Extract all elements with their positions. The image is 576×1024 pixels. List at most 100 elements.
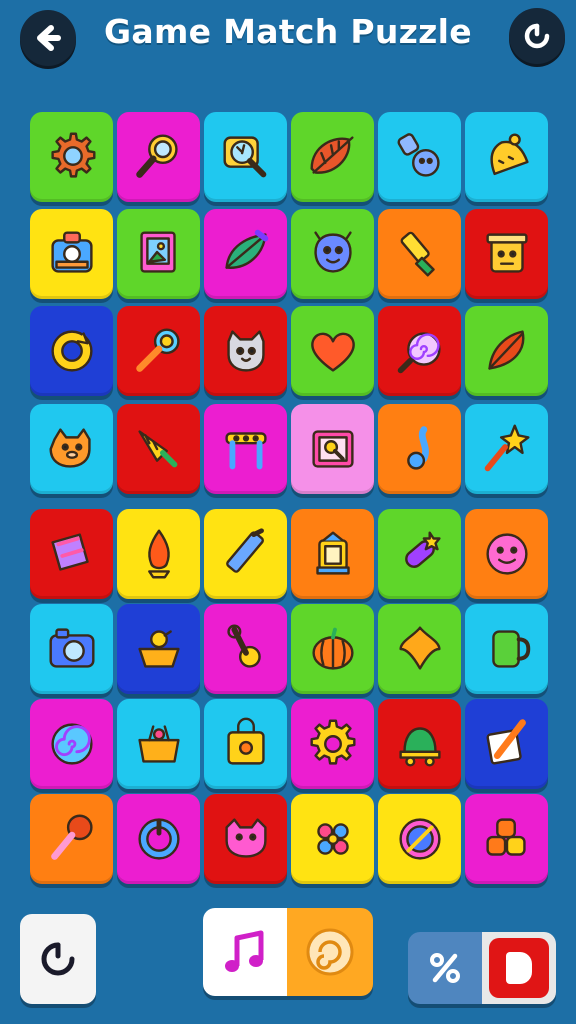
pickle-icon bbox=[404, 531, 441, 568]
tile[interactable] bbox=[204, 209, 287, 299]
bell-icon bbox=[489, 133, 529, 176]
face-badge-icon bbox=[485, 533, 528, 575]
pencil-paper-icon bbox=[486, 719, 526, 765]
spiral-candy-icon bbox=[397, 332, 441, 374]
tile[interactable] bbox=[30, 209, 113, 299]
tile[interactable] bbox=[30, 306, 113, 396]
refresh-ring-icon bbox=[50, 330, 93, 372]
tile[interactable] bbox=[117, 404, 200, 494]
tile[interactable] bbox=[378, 112, 461, 202]
cog-icon bbox=[309, 719, 356, 765]
tile[interactable] bbox=[204, 404, 287, 494]
tile[interactable] bbox=[30, 794, 113, 884]
crayon-icon bbox=[225, 528, 264, 573]
leaf-icon bbox=[309, 136, 354, 174]
tile[interactable] bbox=[204, 112, 287, 202]
power-ring-icon bbox=[137, 818, 180, 860]
tile[interactable] bbox=[378, 604, 461, 694]
tile[interactable] bbox=[117, 699, 200, 789]
tile[interactable] bbox=[117, 209, 200, 299]
critter-icon bbox=[397, 133, 440, 177]
bear-icon bbox=[48, 428, 91, 468]
restart-button[interactable] bbox=[20, 914, 96, 1004]
tile[interactable] bbox=[30, 604, 113, 694]
cat-icon bbox=[226, 330, 265, 372]
stool-icon bbox=[224, 432, 267, 470]
frame-magnifier-icon bbox=[311, 430, 354, 468]
stop-button[interactable] bbox=[482, 932, 556, 1004]
music-note-icon bbox=[406, 426, 429, 470]
restart-icon bbox=[41, 942, 75, 976]
party-horn-icon bbox=[137, 430, 177, 468]
camera-icon bbox=[48, 628, 95, 668]
picture-frame-icon bbox=[139, 231, 176, 273]
flame-icon bbox=[147, 529, 170, 579]
basket-bird-icon bbox=[137, 630, 180, 668]
gear-icon bbox=[50, 132, 95, 178]
maraca-icon bbox=[50, 814, 93, 860]
tile[interactable] bbox=[204, 699, 287, 789]
pepper-leaf-icon bbox=[487, 330, 524, 370]
search-map-icon bbox=[222, 136, 266, 178]
tile[interactable] bbox=[465, 112, 548, 202]
heart-icon bbox=[310, 332, 355, 372]
tile[interactable] bbox=[291, 699, 374, 789]
tile[interactable] bbox=[378, 794, 461, 884]
feather-leaf-icon bbox=[224, 229, 268, 269]
pumpkin-icon bbox=[311, 627, 354, 670]
compass-icon bbox=[398, 818, 441, 860]
tile[interactable] bbox=[291, 404, 374, 494]
tile[interactable] bbox=[30, 404, 113, 494]
tile[interactable] bbox=[465, 404, 548, 494]
stop-icon bbox=[489, 938, 549, 998]
tile[interactable] bbox=[465, 699, 548, 789]
camera-bag-icon bbox=[50, 231, 93, 273]
tile[interactable] bbox=[291, 794, 374, 884]
tile[interactable] bbox=[117, 112, 200, 202]
tile[interactable] bbox=[30, 699, 113, 789]
music-button[interactable] bbox=[203, 908, 287, 996]
tile[interactable] bbox=[30, 509, 113, 599]
bell-cart-icon bbox=[398, 727, 441, 767]
mug-icon bbox=[491, 630, 530, 668]
tile[interactable] bbox=[378, 509, 461, 599]
music-note-icon bbox=[225, 930, 264, 972]
tile[interactable] bbox=[291, 306, 374, 396]
tile[interactable] bbox=[291, 604, 374, 694]
tile[interactable] bbox=[378, 404, 461, 494]
tile[interactable] bbox=[378, 699, 461, 789]
game-board bbox=[0, 0, 576, 900]
tile[interactable] bbox=[204, 509, 287, 599]
tile[interactable] bbox=[117, 509, 200, 599]
rattle-icon bbox=[135, 328, 180, 372]
shopping-bag-icon bbox=[226, 717, 265, 765]
tile[interactable] bbox=[117, 306, 200, 396]
tile[interactable] bbox=[291, 209, 374, 299]
percent-key-icon bbox=[430, 953, 460, 983]
tile[interactable] bbox=[465, 306, 548, 396]
swirl-coin-icon bbox=[306, 928, 354, 976]
flower-candy-icon bbox=[316, 823, 349, 855]
tile[interactable] bbox=[117, 604, 200, 694]
tile[interactable] bbox=[465, 604, 548, 694]
lantern-icon bbox=[315, 531, 350, 575]
tile[interactable] bbox=[204, 794, 287, 884]
tile[interactable] bbox=[465, 509, 548, 599]
tile[interactable] bbox=[204, 306, 287, 396]
percent-key-button[interactable] bbox=[408, 932, 482, 1004]
swirl-icon bbox=[50, 723, 93, 765]
blocks-icon bbox=[485, 818, 526, 856]
tile[interactable] bbox=[117, 794, 200, 884]
star-wand-icon bbox=[484, 424, 530, 472]
tile[interactable] bbox=[465, 794, 548, 884]
tile[interactable] bbox=[291, 112, 374, 202]
tile[interactable] bbox=[465, 209, 548, 299]
tile[interactable] bbox=[378, 209, 461, 299]
tile[interactable] bbox=[204, 604, 287, 694]
tile[interactable] bbox=[30, 112, 113, 202]
tile[interactable] bbox=[291, 509, 374, 599]
tile[interactable] bbox=[378, 306, 461, 396]
magnifier-icon bbox=[135, 134, 178, 178]
hint-button[interactable] bbox=[287, 908, 373, 996]
cat-face-icon bbox=[224, 818, 267, 858]
